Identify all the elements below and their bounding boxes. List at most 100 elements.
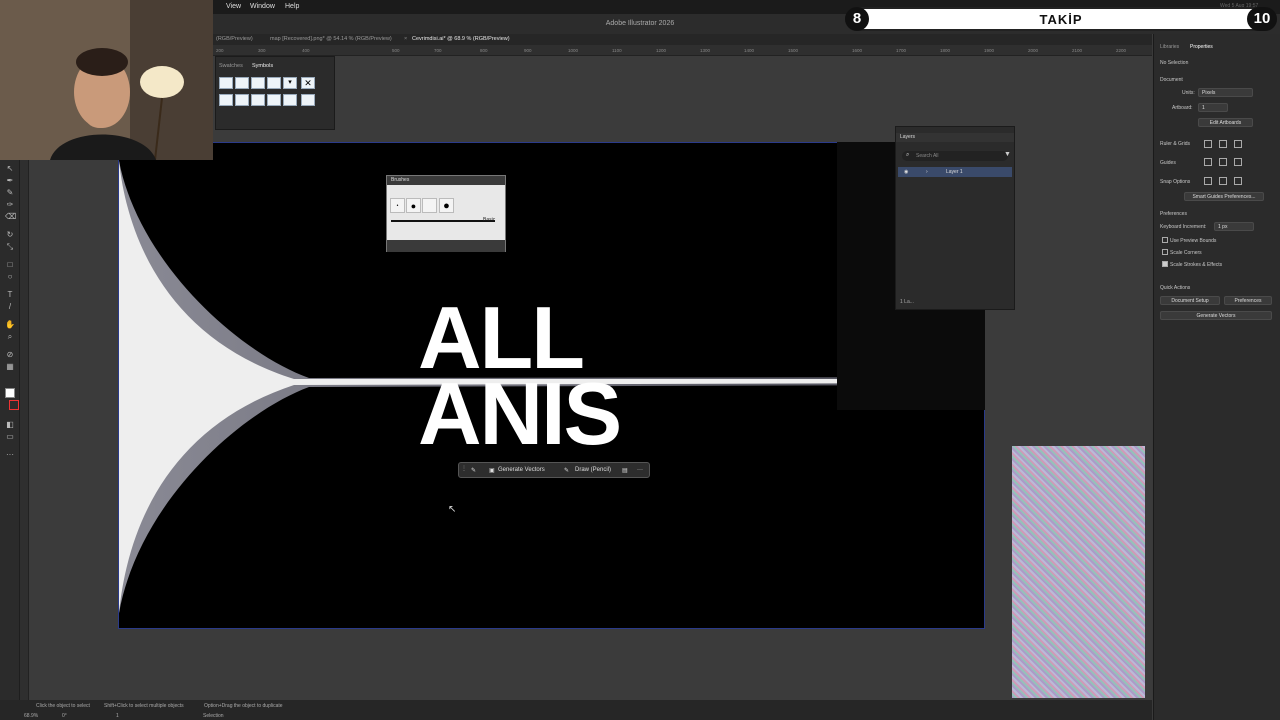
gradient-tool-icon[interactable]: ▦ [5,362,15,372]
generate-vectors-button[interactable]: Generate Vectors [498,467,545,473]
hand-tool-icon[interactable]: ✋ [5,320,15,330]
zoom-tool-icon[interactable]: ⌕ [5,332,15,342]
more-icon[interactable]: ··· [637,467,643,473]
brushes-panel-title[interactable]: Brushes [387,176,505,185]
eye-icon[interactable]: ◉ [904,167,908,177]
options-icon[interactable]: ▤ [622,467,628,474]
scale-corners-checkbox[interactable] [1162,249,1168,255]
layer-name[interactable]: Layer 1 [946,167,963,177]
draw-mode-icon[interactable]: ◧ [5,420,15,430]
rotation-angle[interactable]: 0° [62,713,67,719]
brush-dot-medium[interactable]: ● [406,198,421,213]
brush-dot-small[interactable]: • [390,198,405,213]
units-select[interactable]: Pixels [1198,88,1253,97]
selection-tool-icon[interactable]: ↖ [5,164,15,174]
rotate-tool-icon[interactable]: ↻ [5,230,15,240]
brush-dot-large[interactable]: ● [439,198,454,213]
brush-tool-icon[interactable]: ✑ [5,200,15,210]
screen-mode-icon[interactable]: ▭ [5,432,15,442]
lock-guides-icon[interactable] [1219,158,1227,166]
magic-wand-icon[interactable]: ✎ [471,467,476,474]
ruler-tick: 400 [302,48,310,53]
ruler-tick: 2000 [1028,48,1039,53]
filter-icon[interactable]: ▼ [1004,151,1011,158]
tab-close-icon[interactable]: × [404,36,407,42]
horizontal-ruler[interactable]: 200 300 400 500 700 800 900 1000 1100 12… [212,45,1152,56]
menu-help[interactable]: Help [285,3,299,10]
grid-icon[interactable] [1219,140,1227,148]
shape-tool-icon[interactable]: □ [5,260,15,270]
symbol-swatch[interactable] [235,94,249,106]
symbol-swatch[interactable] [283,94,297,106]
type-tool-icon[interactable]: T [5,290,15,300]
tab-document-3[interactable]: Cevrimdisi.ai* @ 68.9 % (RGB/Preview) [412,36,510,42]
keyboard-increment-label: Keyboard Increment: [1160,224,1207,230]
brush-basic-stroke[interactable] [391,220,495,222]
symbol-swatch[interactable] [251,77,265,89]
smart-guides-icon[interactable] [1234,158,1242,166]
artwork-text-line2[interactable]: ANIS [418,370,708,458]
keyboard-increment-input[interactable]: 1 px [1214,222,1254,231]
ruler-tick: 1000 [568,48,579,53]
tab-swatches[interactable]: Swatches [219,63,243,69]
snap-glyph-icon[interactable] [1234,177,1242,185]
artboard-number[interactable]: 1 [116,713,119,719]
draw-pencil-button[interactable]: Draw (Pencil) [575,467,611,473]
edit-artboards-button[interactable]: Edit Artboards [1198,118,1253,127]
menu-view[interactable]: View [226,3,241,10]
fill-color-swatch[interactable] [5,388,15,398]
tab-properties[interactable]: Properties [1190,44,1213,50]
symbol-swatch[interactable] [301,94,315,106]
close-icon[interactable]: ✕ [301,77,315,89]
layer-row[interactable]: ◉ › Layer 1 [898,167,1012,177]
ruler-tick: 1500 [788,48,799,53]
guides-icon[interactable] [1204,158,1212,166]
scale-tool-icon[interactable]: ⤡ [5,242,15,252]
noise-image[interactable] [1012,446,1145,698]
symbols-panel: Swatches Symbols ▾ ✕ [215,56,335,130]
line-tool-icon[interactable]: / [5,302,15,312]
tab-libraries[interactable]: Libraries [1160,44,1179,50]
preferences-button[interactable]: Preferences [1224,296,1272,305]
pixel-grid-icon[interactable] [1234,140,1242,148]
layers-panel-title[interactable]: Layers [896,133,1014,142]
chevron-right-icon[interactable]: › [926,167,928,177]
pencil-tool-icon[interactable]: ✎ [5,188,15,198]
brush-empty[interactable] [422,198,437,213]
status-mode[interactable]: Selection [203,713,224,719]
symbol-swatch[interactable] [235,77,249,89]
generate-vectors-panel-button[interactable]: Generate Vectors [1160,311,1272,320]
tab-document-1[interactable]: (RGB/Preview) [216,36,253,42]
smart-guides-preferences-button[interactable]: Smart Guides Preferences... [1184,192,1264,201]
ellipse-tool-icon[interactable]: ○ [5,272,15,282]
symbol-swatch[interactable] [251,94,265,106]
vertical-ruler[interactable] [20,160,29,700]
pen-tool-icon[interactable]: ✒ [5,176,15,186]
symbol-swatch[interactable] [219,94,233,106]
snap-pixel-icon[interactable] [1219,177,1227,185]
eraser-tool-icon[interactable]: ⌫ [5,212,16,222]
drag-handle-icon[interactable]: ⋮ [461,465,467,472]
symbol-dropdown-icon[interactable]: ▾ [283,77,297,89]
menu-window[interactable]: Window [250,3,275,10]
scale-strokes-checkbox[interactable] [1162,261,1168,267]
zoom-level[interactable]: 68.9% [24,713,38,719]
ruler-icon[interactable] [1204,140,1212,148]
hint-select: Click the object to select [36,703,90,709]
tab-symbols[interactable]: Symbols [252,63,273,69]
document-setup-button[interactable]: Document Setup [1160,296,1220,305]
tab-document-2[interactable]: map [Recovered].png* @ 54.14 % (RGB/Prev… [270,36,392,42]
contextual-task-bar: ⋮ ✎ ▣ Generate Vectors ✎ Draw (Pencil) ▤… [458,462,650,478]
more-tools-icon[interactable]: ··· [5,450,15,460]
use-preview-bounds-checkbox[interactable] [1162,237,1168,243]
snap-point-icon[interactable] [1204,177,1212,185]
symbol-swatch[interactable] [267,94,281,106]
symbol-swatch[interactable] [267,77,281,89]
artboard-select[interactable]: 1 [1198,103,1228,112]
stroke-color-swatch[interactable] [9,400,19,410]
artwork-text[interactable]: ALL ANIS [418,294,708,458]
symbol-swatch[interactable] [219,77,233,89]
eyedropper-tool-icon[interactable]: ⊘ [5,350,15,360]
tools-panel: ↖ ✒ ✎ ✑ ⌫ ↻ ⤡ □ ○ T / ✋ ⌕ ⊘ ▦ ◧ ▭ ··· [0,160,20,700]
layers-search-input[interactable]: Search All [902,151,1008,161]
